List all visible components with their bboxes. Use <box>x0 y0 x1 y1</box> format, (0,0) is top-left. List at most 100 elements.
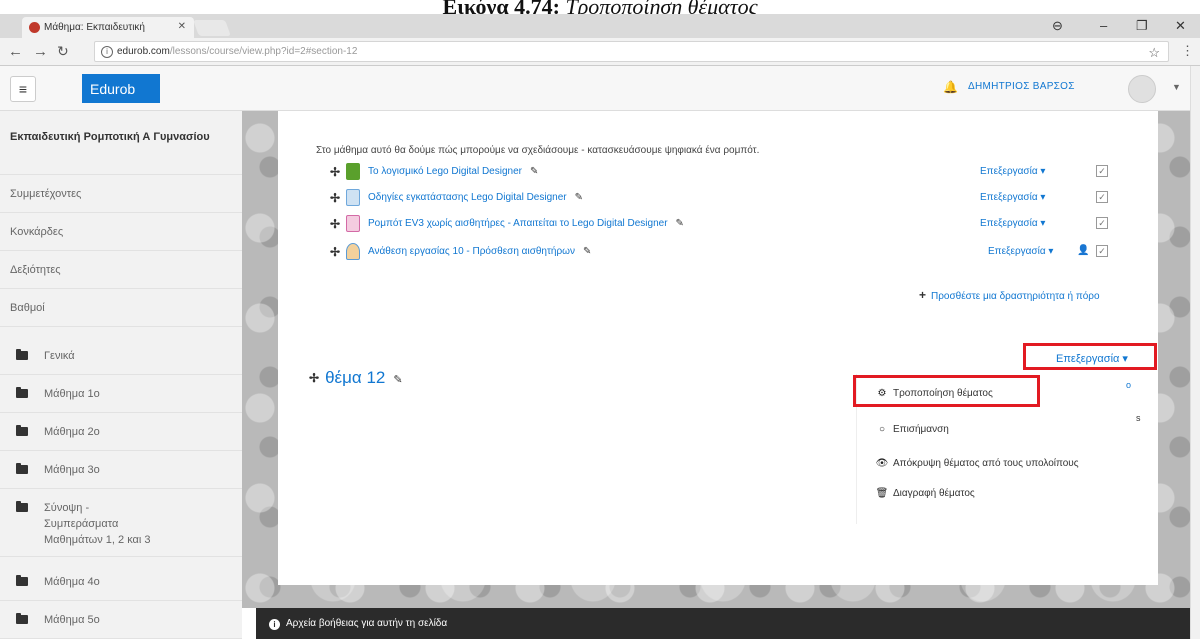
add-activity-link[interactable]: + Προσθέστε μια δραστηριότητα ή πόρο <box>919 288 1100 302</box>
section-intro-text: Στο μάθημα αυτό θα δούμε πώς μπορούμε να… <box>316 145 760 156</box>
folder-icon <box>16 349 28 360</box>
partially-hidden-text: s <box>1136 413 1141 423</box>
figure-caption-label: Εικόνα 4.74: <box>442 0 560 14</box>
new-tab-button[interactable] <box>193 20 231 36</box>
activity-link[interactable]: Το λογισμικό Lego Digital Designer ✎ <box>368 166 538 177</box>
user-name[interactable]: ΔΗΜΗΤΡΙΟΣ ΒΑΡΣΟΣ <box>968 81 1075 92</box>
sidebar-item-badges[interactable]: Κονκάρδες <box>0 213 242 251</box>
sidebar-item-grades[interactable]: Βαθμοί <box>0 289 242 327</box>
move-icon[interactable]: ✢ <box>330 165 340 179</box>
sidebar-section-lesson-2[interactable]: Μάθημα 2ο <box>0 413 242 451</box>
completion-checkbox-icon[interactable]: ✓ <box>1096 165 1108 177</box>
activity-link[interactable]: Οδηγίες εγκατάστασης Lego Digital Design… <box>368 192 583 203</box>
section-edit-label: Επεξεργασία <box>1056 353 1120 365</box>
activity-edit-menu[interactable]: Επεξεργασία ▾ <box>980 192 1045 203</box>
assign-roles-person-icon[interactable]: 👤 <box>1077 245 1089 256</box>
section-title-text[interactable]: θέμα 12 <box>325 368 385 387</box>
file-icon <box>346 215 360 232</box>
section-edit-menu-button[interactable]: Επεξεργασία ▾ <box>1023 343 1157 370</box>
user-avatar[interactable] <box>1128 75 1156 103</box>
menu-item-label: Διαγραφή θέματος <box>893 488 975 499</box>
activity-edit-label: Επεξεργασία <box>980 166 1038 177</box>
browser-menu-icon[interactable]: ⋮ <box>1181 43 1194 59</box>
edit-pencil-icon[interactable]: ✎ <box>583 246 591 257</box>
page-scrollbar[interactable] <box>1190 66 1200 639</box>
site-info-icon[interactable]: i <box>101 46 113 58</box>
figure-caption: Εικόνα 4.74: Τροποποίηση θέματος <box>0 0 1200 14</box>
edit-pencil-icon[interactable]: ✎ <box>393 373 402 386</box>
bookmark-star-icon[interactable]: ☆ <box>1148 45 1160 61</box>
hamburger-menu-icon[interactable]: ≡ <box>10 76 36 102</box>
activity-edit-menu[interactable]: Επεξεργασία ▾ <box>988 246 1053 257</box>
completion-checkbox-icon[interactable]: ✓ <box>1096 217 1108 229</box>
sidebar-item-participants[interactable]: Συμμετέχοντες <box>0 175 242 213</box>
sidebar-section-lesson-4[interactable]: Μάθημα 4ο <box>0 563 242 601</box>
trash-icon: 🗑 <box>875 488 889 499</box>
back-arrow-icon[interactable]: ← <box>8 43 23 60</box>
sidebar-section-general[interactable]: Γενικά <box>0 337 242 375</box>
course-sidebar: Εκπαιδευτική Ρομποτική Α Γυμνασίου Συμμε… <box>0 111 242 639</box>
user-menu-caret-icon[interactable]: ▼ <box>1172 82 1181 92</box>
edit-pencil-icon[interactable]: ✎ <box>575 192 583 203</box>
assignment-icon <box>346 243 360 260</box>
restore-icon[interactable]: ❐ <box>1136 18 1148 34</box>
sidebar-section-label: Γενικά <box>44 350 75 362</box>
minimize-icon[interactable]: – <box>1100 18 1107 33</box>
sidebar-section-lesson-3[interactable]: Μάθημα 3ο <box>0 451 242 489</box>
sidebar-section-label: Σύνοψη - Συμπεράσματα Μαθημάτων 1, 2 και… <box>44 502 151 546</box>
folder-icon <box>16 463 28 474</box>
page-footer: i Αρχεία βοήθειας για αυτήν τη σελίδα <box>256 608 1190 639</box>
activity-row: ✢ Ρομπότ EV3 χωρίς αισθητήρες - Απαιτείτ… <box>330 215 1150 235</box>
reload-icon[interactable]: ↻ <box>57 43 69 60</box>
eye-icon: 👁 <box>875 458 889 469</box>
sidebar-section-label: Μάθημα 2ο <box>44 426 100 438</box>
add-activity-label: Προσθέστε μια δραστηριότητα ή πόρο <box>931 291 1100 302</box>
activity-edit-menu[interactable]: Επεξεργασία ▾ <box>980 166 1045 177</box>
forward-arrow-icon[interactable]: → <box>33 43 48 60</box>
move-icon[interactable]: ✢ <box>330 217 340 231</box>
activity-edit-label: Επεξεργασία <box>980 218 1038 229</box>
profile-icon[interactable]: ⊖ <box>1052 18 1063 34</box>
sidebar-section-label: Μάθημα 4ο <box>44 576 100 588</box>
browser-tab[interactable]: Μάθημα: Εκπαιδευτική ✕ <box>22 17 194 38</box>
move-icon[interactable]: ✢ <box>309 371 319 385</box>
activity-edit-menu[interactable]: Επεξεργασία ▾ <box>980 218 1045 229</box>
sidebar-section-label: Μάθημα 3ο <box>44 464 100 476</box>
address-bar[interactable]: i edurob.com/lessons/course/view.php?id=… <box>94 41 1169 62</box>
sidebar-section-label: Μάθημα 5ο <box>44 614 100 626</box>
sidebar-item-competencies[interactable]: Δεξιότητες <box>0 251 242 289</box>
highlight-icon: ○ <box>878 424 886 435</box>
highlight-box <box>853 375 1040 407</box>
browser-toolbar: ← → ↻ i edurob.com/lessons/course/view.p… <box>0 38 1200 66</box>
folder-icon <box>16 575 28 586</box>
notification-bell-icon[interactable]: 🔔 <box>943 80 958 94</box>
site-brand[interactable]: Edurob <box>82 74 160 103</box>
partially-hidden-text: o <box>1126 380 1132 390</box>
help-docs-link[interactable]: i Αρχεία βοήθειας για αυτήν τη σελίδα <box>269 618 447 630</box>
menu-item-highlight[interactable]: ○ Επισήμανση <box>875 424 949 435</box>
edit-pencil-icon[interactable]: ✎ <box>676 218 684 229</box>
move-icon[interactable]: ✢ <box>330 245 340 259</box>
activity-title: Οδηγίες εγκατάστασης Lego Digital Design… <box>368 192 567 203</box>
completion-checkbox-icon[interactable]: ✓ <box>1096 245 1108 257</box>
help-docs-label: Αρχεία βοήθειας για αυτήν τη σελίδα <box>286 618 448 629</box>
sidebar-section-summary[interactable]: Σύνοψη - Συμπεράσματα Μαθημάτων 1, 2 και… <box>0 489 242 557</box>
window-close-icon[interactable]: ✕ <box>1175 18 1186 34</box>
tab-close-icon[interactable]: ✕ <box>178 21 186 32</box>
menu-item-hide-section[interactable]: 👁 Απόκρυψη θέματος από τους υπολοίπους <box>875 458 1079 469</box>
sidebar-course-title[interactable]: Εκπαιδευτική Ρομποτική Α Γυμνασίου <box>0 111 242 175</box>
activity-row: ✢ Ανάθεση εργασίας 10 - Πρόσθεση αισθητή… <box>330 243 1150 263</box>
completion-checkbox-icon[interactable]: ✓ <box>1096 191 1108 203</box>
plus-icon: + <box>919 288 927 302</box>
sidebar-section-lesson-1[interactable]: Μάθημα 1ο <box>0 375 242 413</box>
activity-row: ✢ Οδηγίες εγκατάστασης Lego Digital Desi… <box>330 189 1150 209</box>
activity-link[interactable]: Ανάθεση εργασίας 10 - Πρόσθεση αισθητήρω… <box>368 246 591 257</box>
activity-link[interactable]: Ρομπότ EV3 χωρίς αισθητήρες - Απαιτείται… <box>368 218 684 229</box>
sidebar-section-lesson-5[interactable]: Μάθημα 5ο <box>0 601 242 639</box>
menu-item-delete-section[interactable]: 🗑 Διαγραφή θέματος <box>875 488 975 499</box>
activity-edit-label: Επεξεργασία <box>980 192 1038 203</box>
info-circle-icon: i <box>269 619 280 630</box>
move-icon[interactable]: ✢ <box>330 191 340 205</box>
book-icon <box>346 163 360 180</box>
edit-pencil-icon[interactable]: ✎ <box>530 166 538 177</box>
